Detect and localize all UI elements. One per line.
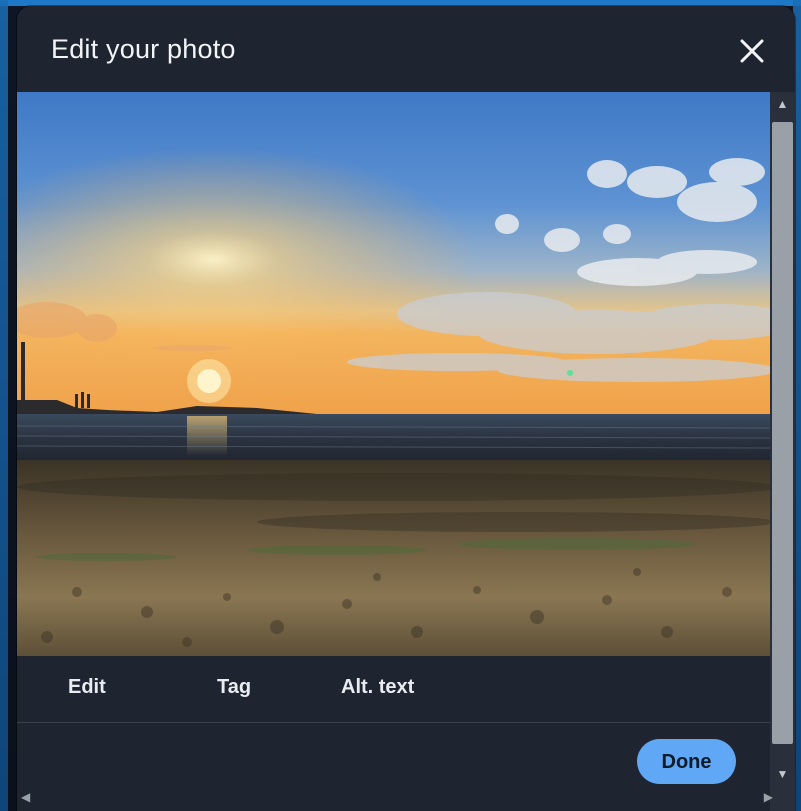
backdrop-left-strip	[0, 0, 8, 811]
chevron-up-icon[interactable]: ▲	[772, 94, 793, 114]
chevron-down-icon[interactable]: ▼	[772, 764, 793, 784]
photo-preview	[17, 92, 770, 656]
dialog-header: Edit your photo	[17, 6, 795, 92]
tab-tag[interactable]: Tag	[217, 676, 251, 699]
photo-edit-tabs: Edit Tag Alt. text	[17, 656, 770, 723]
scrollbar-thumb[interactable]	[772, 122, 793, 744]
tab-edit[interactable]: Edit	[68, 676, 106, 699]
done-button[interactable]: Done	[637, 739, 736, 784]
horizontal-scrollbar[interactable]: ◀ ▶	[17, 788, 777, 808]
chevron-right-icon[interactable]: ▶	[764, 790, 773, 804]
chevron-left-icon[interactable]: ◀	[21, 790, 30, 804]
dialog-title: Edit your photo	[51, 34, 236, 64]
tab-alt-text[interactable]: Alt. text	[341, 676, 414, 699]
close-button[interactable]	[737, 36, 767, 66]
edit-photo-dialog: Edit your photo Edit Tag Alt. text Done …	[17, 6, 795, 811]
close-icon	[740, 39, 764, 63]
sunset-beach-photo	[17, 92, 770, 656]
